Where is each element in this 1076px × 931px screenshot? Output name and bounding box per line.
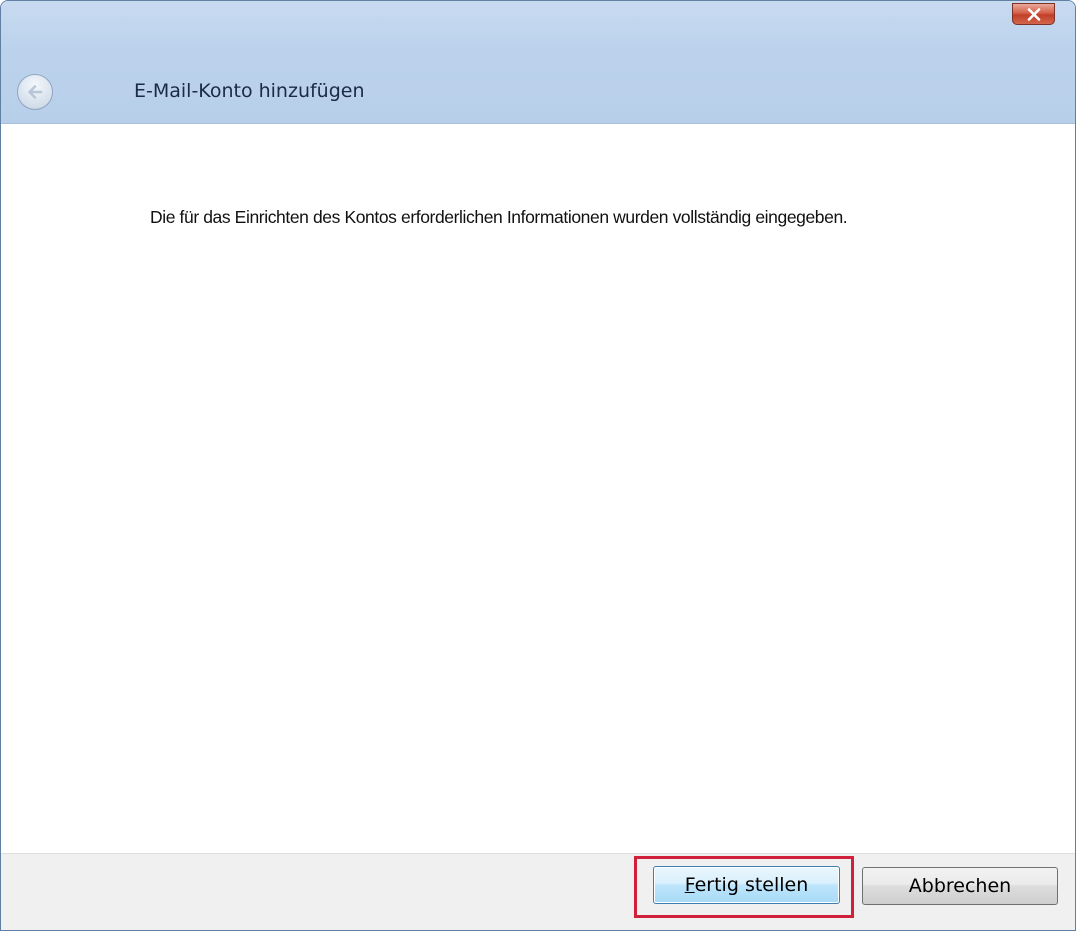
highlight-box	[634, 856, 854, 918]
title-bar: E-Mail-Konto hinzufügen	[1, 1, 1075, 124]
completion-message: Die für das Einrichten des Kontos erford…	[150, 207, 848, 227]
cancel-button[interactable]: Abbrechen	[862, 867, 1058, 905]
close-icon	[1027, 8, 1041, 21]
dialog-title: E-Mail-Konto hinzufügen	[134, 80, 365, 102]
add-email-account-dialog: E-Mail-Konto hinzufügen Die für das Einr…	[0, 0, 1076, 931]
back-arrow-icon	[28, 85, 43, 99]
back-button[interactable]	[17, 74, 53, 110]
close-button[interactable]	[1012, 3, 1055, 25]
